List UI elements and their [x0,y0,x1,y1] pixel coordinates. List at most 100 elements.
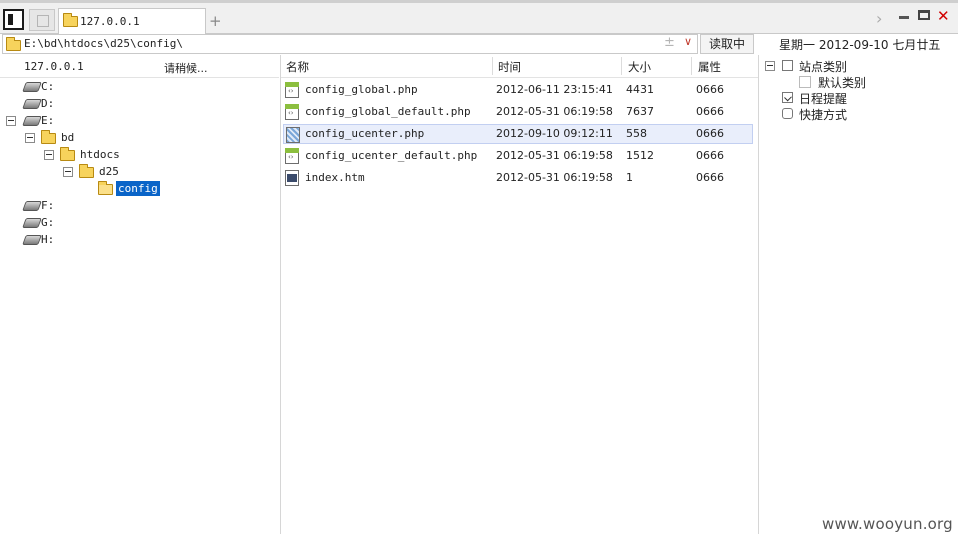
php-file-icon [285,104,299,120]
tree-label: F: [41,199,55,212]
tree-item-c[interactable]: C: [0,79,200,95]
file-name: config_ucenter.php [305,127,425,140]
category-label: 默认类别 [818,76,867,90]
file-size: 558 [626,127,647,140]
tree-item-bd[interactable]: bd [0,130,200,146]
file-attr: 0666 [696,83,724,96]
tree-label: htdocs [80,148,120,161]
file-list-header: 名称 时间 大小 属性 [281,55,758,78]
tree-item-g[interactable]: G: [0,215,200,231]
tree-item-e[interactable]: E: [0,113,200,129]
calendar-icon [782,92,793,103]
blank-tab[interactable] [29,9,55,31]
file-name: index.htm [305,171,365,184]
file-size: 1 [626,171,633,184]
file-attr: 0666 [696,149,724,162]
plus-minus-icon[interactable]: ± [664,35,675,50]
tree-label: D: [41,97,55,110]
top-border [0,0,958,3]
minimize-icon[interactable] [899,16,909,19]
file-row[interactable]: config_global.php 2012-06-11 23:15:41 44… [283,80,753,100]
tree-item-d[interactable]: D: [0,96,200,112]
tree-item-f[interactable]: F: [0,198,200,214]
file-row-selected[interactable]: config_ucenter.php 2012-09-10 09:12:11 5… [283,124,753,144]
drive-icon [22,82,42,92]
file-size: 7637 [626,105,654,118]
tree-item-d25[interactable]: d25 [0,164,200,180]
new-tab-button[interactable]: + [209,12,222,30]
tree-label: bd [61,131,75,144]
panel-toggle-icon[interactable] [3,9,24,30]
category-panel: 站点类别 默认类别 日程提醒 快捷方式 [760,55,958,534]
tab-label: 127.0.0.1 [80,15,140,28]
column-name[interactable]: 名称 [286,59,309,75]
tree-label: E: [41,114,55,127]
tree-label: G: [41,216,55,229]
column-size[interactable]: 大小 [628,59,651,75]
maximize-icon[interactable] [918,10,930,20]
file-time: 2012-05-31 06:19:58 [496,149,613,162]
drive-icon [22,116,42,126]
file-size: 4431 [626,83,654,96]
tree-label: d25 [99,165,119,178]
collapse-icon[interactable] [25,133,35,143]
file-time: 2012-09-10 09:12:11 [496,127,613,140]
tab-bar: 127.0.0.1 + › ✕ [0,0,958,34]
status-label: 请稍候... [164,62,208,75]
file-list-panel: 名称 时间 大小 属性 config_global.php 2012-06-11… [281,55,758,534]
file-time: 2012-05-31 06:19:58 [496,105,613,118]
category-label: 站点类别 [799,60,848,74]
forward-arrow-icon[interactable]: › [876,9,882,28]
tree-label: H: [41,233,55,246]
file-time: 2012-05-31 06:19:58 [496,171,613,184]
default-category-icon [799,76,811,88]
drive-icon [22,99,42,109]
tree-item-config[interactable]: config [0,181,200,197]
column-attr[interactable]: 属性 [698,59,721,75]
tab-127-0-0-1[interactable]: 127.0.0.1 [58,8,206,34]
path-text: E:\bd\htdocs\d25\config\ [24,37,183,50]
collapse-icon[interactable] [63,167,73,177]
path-input[interactable]: E:\bd\htdocs\d25\config\ ± ∨ [2,34,698,54]
php-file-icon [285,82,299,98]
file-name: config_global.php [305,83,418,96]
date-display: 星期一 2012-09-10 七月廿五 [779,38,941,52]
watermark: www.wooyun.org [822,515,953,533]
file-row[interactable]: config_global_default.php 2012-05-31 06:… [283,102,753,122]
folder-icon [60,147,75,161]
category-label: 快捷方式 [799,108,848,122]
tree-label-selected: config [116,181,160,196]
folder-icon [79,164,94,178]
tree-label: C: [41,80,55,93]
drive-tree-panel: 127.0.0.1 请稍候... C: D: E: bd htdocs d25 … [0,55,279,534]
column-time[interactable]: 时间 [498,59,521,75]
php-file-icon [286,127,300,143]
drive-icon [22,218,42,228]
read-button[interactable]: 读取中 [700,34,754,54]
file-attr: 0666 [696,171,724,184]
file-size: 1512 [626,149,654,162]
close-icon[interactable]: ✕ [937,7,950,25]
tree-header: 127.0.0.1 请稍候... [0,55,279,78]
file-attr: 0666 [696,127,724,140]
file-row[interactable]: index.htm 2012-05-31 06:19:58 1 0666 [283,168,753,188]
file-row[interactable]: config_ucenter_default.php 2012-05-31 06… [283,146,753,166]
html-file-icon [285,170,299,186]
php-file-icon [285,148,299,164]
drive-icon [22,235,42,245]
file-attr: 0666 [696,105,724,118]
folder-icon [63,13,78,27]
splitter-right[interactable] [758,55,759,534]
collapse-icon[interactable] [6,116,16,126]
file-name: config_global_default.php [305,105,471,118]
tree-item-h[interactable]: H: [0,232,200,248]
tree-item-htdocs[interactable]: htdocs [0,147,200,163]
drive-icon [22,201,42,211]
collapse-icon[interactable] [765,61,775,71]
dropdown-arrow-icon[interactable]: ∨ [684,35,692,48]
folder-icon [6,37,21,51]
path-bar: E:\bd\htdocs\d25\config\ ± ∨ 读取中 星期一 201… [0,34,958,54]
host-label: 127.0.0.1 [24,60,84,73]
collapse-icon[interactable] [44,150,54,160]
file-time: 2012-06-11 23:15:41 [496,83,613,96]
